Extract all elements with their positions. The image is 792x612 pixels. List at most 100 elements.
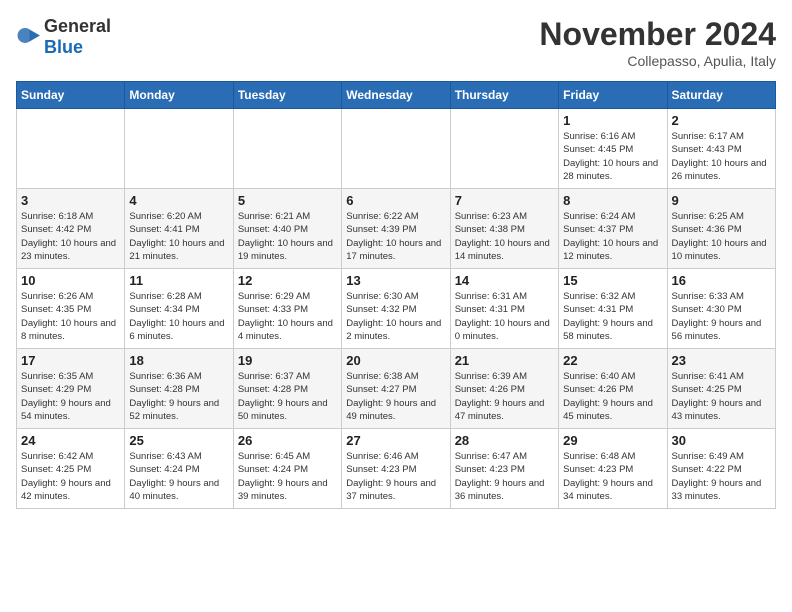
calendar-cell: 30 Sunrise: 6:49 AM Sunset: 4:22 PM Dayli… <box>667 429 775 509</box>
cell-detail: Sunrise: 6:25 AM Sunset: 4:36 PM Dayligh… <box>672 210 771 263</box>
calendar-body: 1 Sunrise: 6:16 AM Sunset: 4:45 PM Daylig… <box>17 109 776 509</box>
day-number: 14 <box>455 273 554 288</box>
cell-detail: Sunrise: 6:36 AM Sunset: 4:28 PM Dayligh… <box>129 370 228 423</box>
day-number: 13 <box>346 273 445 288</box>
cell-detail: Sunrise: 6:48 AM Sunset: 4:23 PM Dayligh… <box>563 450 662 503</box>
day-number: 12 <box>238 273 337 288</box>
calendar-cell: 8 Sunrise: 6:24 AM Sunset: 4:37 PM Daylig… <box>559 189 667 269</box>
cell-detail: Sunrise: 6:30 AM Sunset: 4:32 PM Dayligh… <box>346 290 445 343</box>
calendar-cell <box>17 109 125 189</box>
calendar-cell: 21 Sunrise: 6:39 AM Sunset: 4:26 PM Dayli… <box>450 349 558 429</box>
cell-detail: Sunrise: 6:21 AM Sunset: 4:40 PM Dayligh… <box>238 210 337 263</box>
calendar-week-row: 10 Sunrise: 6:26 AM Sunset: 4:35 PM Dayli… <box>17 269 776 349</box>
day-number: 19 <box>238 353 337 368</box>
calendar-cell: 17 Sunrise: 6:35 AM Sunset: 4:29 PM Dayli… <box>17 349 125 429</box>
day-number: 22 <box>563 353 662 368</box>
cell-detail: Sunrise: 6:16 AM Sunset: 4:45 PM Dayligh… <box>563 130 662 183</box>
day-number: 21 <box>455 353 554 368</box>
logo-icon <box>16 25 40 49</box>
calendar-cell: 15 Sunrise: 6:32 AM Sunset: 4:31 PM Dayli… <box>559 269 667 349</box>
calendar-cell <box>233 109 341 189</box>
calendar-table: SundayMondayTuesdayWednesdayThursdayFrid… <box>16 81 776 509</box>
day-header-monday: Monday <box>125 82 233 109</box>
logo: General Blue <box>16 16 111 58</box>
calendar-week-row: 1 Sunrise: 6:16 AM Sunset: 4:45 PM Daylig… <box>17 109 776 189</box>
calendar-cell: 18 Sunrise: 6:36 AM Sunset: 4:28 PM Dayli… <box>125 349 233 429</box>
day-header-sunday: Sunday <box>17 82 125 109</box>
cell-detail: Sunrise: 6:32 AM Sunset: 4:31 PM Dayligh… <box>563 290 662 343</box>
calendar-week-row: 3 Sunrise: 6:18 AM Sunset: 4:42 PM Daylig… <box>17 189 776 269</box>
calendar-cell <box>450 109 558 189</box>
cell-detail: Sunrise: 6:26 AM Sunset: 4:35 PM Dayligh… <box>21 290 120 343</box>
day-number: 27 <box>346 433 445 448</box>
cell-detail: Sunrise: 6:24 AM Sunset: 4:37 PM Dayligh… <box>563 210 662 263</box>
cell-detail: Sunrise: 6:43 AM Sunset: 4:24 PM Dayligh… <box>129 450 228 503</box>
day-number: 4 <box>129 193 228 208</box>
day-number: 20 <box>346 353 445 368</box>
cell-detail: Sunrise: 6:47 AM Sunset: 4:23 PM Dayligh… <box>455 450 554 503</box>
day-number: 1 <box>563 113 662 128</box>
day-number: 17 <box>21 353 120 368</box>
day-header-tuesday: Tuesday <box>233 82 341 109</box>
cell-detail: Sunrise: 6:37 AM Sunset: 4:28 PM Dayligh… <box>238 370 337 423</box>
month-title: November 2024 <box>539 16 776 53</box>
calendar-cell: 28Sunrise: 6:47 AM Sunset: 4:23 PM Dayli… <box>450 429 558 509</box>
cell-detail: Sunrise: 6:39 AM Sunset: 4:26 PM Dayligh… <box>455 370 554 423</box>
day-number: 10 <box>21 273 120 288</box>
cell-detail: Sunrise: 6:17 AM Sunset: 4:43 PM Dayligh… <box>672 130 771 183</box>
calendar-cell <box>342 109 450 189</box>
day-number: 11 <box>129 273 228 288</box>
calendar-cell: 23 Sunrise: 6:41 AM Sunset: 4:25 PM Dayli… <box>667 349 775 429</box>
day-number: 3 <box>21 193 120 208</box>
day-number: 15 <box>563 273 662 288</box>
calendar-cell: 26Sunrise: 6:45 AM Sunset: 4:24 PM Dayli… <box>233 429 341 509</box>
title-section: November 2024 Collepasso, Apulia, Italy <box>539 16 776 69</box>
cell-detail: Sunrise: 6:40 AM Sunset: 4:26 PM Dayligh… <box>563 370 662 423</box>
cell-detail: Sunrise: 6:29 AM Sunset: 4:33 PM Dayligh… <box>238 290 337 343</box>
calendar-cell: 22 Sunrise: 6:40 AM Sunset: 4:26 PM Dayli… <box>559 349 667 429</box>
cell-detail: Sunrise: 6:31 AM Sunset: 4:31 PM Dayligh… <box>455 290 554 343</box>
calendar-cell: 3 Sunrise: 6:18 AM Sunset: 4:42 PM Daylig… <box>17 189 125 269</box>
calendar-cell: 16Sunrise: 6:33 AM Sunset: 4:30 PM Dayli… <box>667 269 775 349</box>
cell-detail: Sunrise: 6:28 AM Sunset: 4:34 PM Dayligh… <box>129 290 228 343</box>
day-number: 18 <box>129 353 228 368</box>
logo-general-text: General <box>44 16 111 36</box>
calendar-cell: 4Sunrise: 6:20 AM Sunset: 4:41 PM Daylig… <box>125 189 233 269</box>
calendar-cell: 9 Sunrise: 6:25 AM Sunset: 4:36 PM Daylig… <box>667 189 775 269</box>
calendar-cell <box>125 109 233 189</box>
day-header-saturday: Saturday <box>667 82 775 109</box>
day-header-thursday: Thursday <box>450 82 558 109</box>
location-subtitle: Collepasso, Apulia, Italy <box>539 53 776 69</box>
cell-detail: Sunrise: 6:41 AM Sunset: 4:25 PM Dayligh… <box>672 370 771 423</box>
day-number: 30 <box>672 433 771 448</box>
day-number: 7 <box>455 193 554 208</box>
cell-detail: Sunrise: 6:22 AM Sunset: 4:39 PM Dayligh… <box>346 210 445 263</box>
day-number: 2 <box>672 113 771 128</box>
calendar-cell: 25 Sunrise: 6:43 AM Sunset: 4:24 PM Dayli… <box>125 429 233 509</box>
calendar-header-row: SundayMondayTuesdayWednesdayThursdayFrid… <box>17 82 776 109</box>
calendar-week-row: 17 Sunrise: 6:35 AM Sunset: 4:29 PM Dayli… <box>17 349 776 429</box>
day-header-wednesday: Wednesday <box>342 82 450 109</box>
day-number: 9 <box>672 193 771 208</box>
calendar-week-row: 24Sunrise: 6:42 AM Sunset: 4:25 PM Dayli… <box>17 429 776 509</box>
day-number: 23 <box>672 353 771 368</box>
day-number: 8 <box>563 193 662 208</box>
cell-detail: Sunrise: 6:42 AM Sunset: 4:25 PM Dayligh… <box>21 450 120 503</box>
day-number: 25 <box>129 433 228 448</box>
cell-detail: Sunrise: 6:18 AM Sunset: 4:42 PM Dayligh… <box>21 210 120 263</box>
cell-detail: Sunrise: 6:35 AM Sunset: 4:29 PM Dayligh… <box>21 370 120 423</box>
logo-blue-text: Blue <box>44 37 83 57</box>
calendar-cell: 27Sunrise: 6:46 AM Sunset: 4:23 PM Dayli… <box>342 429 450 509</box>
cell-detail: Sunrise: 6:49 AM Sunset: 4:22 PM Dayligh… <box>672 450 771 503</box>
day-number: 5 <box>238 193 337 208</box>
day-number: 6 <box>346 193 445 208</box>
calendar-cell: 5 Sunrise: 6:21 AM Sunset: 4:40 PM Daylig… <box>233 189 341 269</box>
calendar-cell: 6 Sunrise: 6:22 AM Sunset: 4:39 PM Daylig… <box>342 189 450 269</box>
cell-detail: Sunrise: 6:38 AM Sunset: 4:27 PM Dayligh… <box>346 370 445 423</box>
day-number: 26 <box>238 433 337 448</box>
calendar-cell: 7Sunrise: 6:23 AM Sunset: 4:38 PM Daylig… <box>450 189 558 269</box>
calendar-cell: 2 Sunrise: 6:17 AM Sunset: 4:43 PM Daylig… <box>667 109 775 189</box>
calendar-cell: 24Sunrise: 6:42 AM Sunset: 4:25 PM Dayli… <box>17 429 125 509</box>
calendar-cell: 1 Sunrise: 6:16 AM Sunset: 4:45 PM Daylig… <box>559 109 667 189</box>
header: General Blue November 2024 Collepasso, A… <box>16 16 776 69</box>
